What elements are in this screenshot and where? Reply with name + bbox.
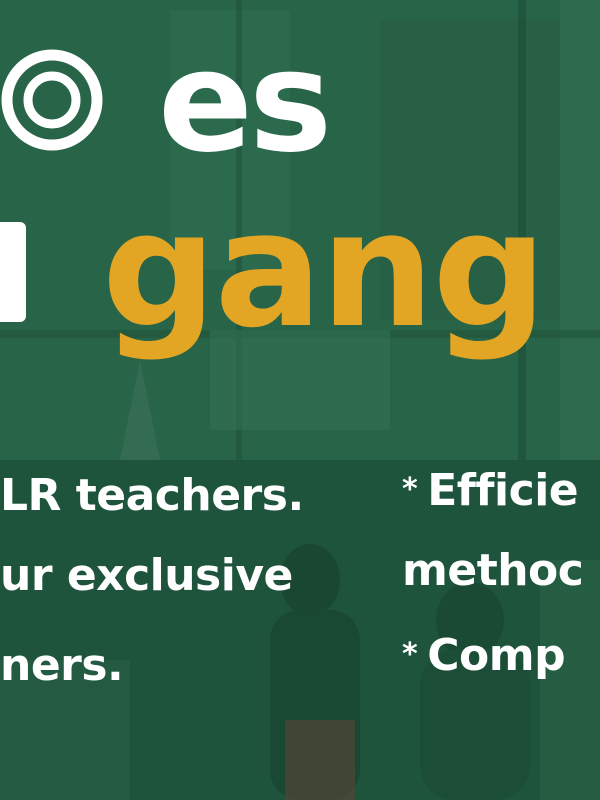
asterisk-bullet-icon: * xyxy=(402,472,418,507)
right-bullet-1: * Efficie xyxy=(402,465,579,516)
right-bullet-2: * Comp xyxy=(402,630,566,681)
headline-top-word: es xyxy=(158,21,332,184)
right-bullet-1-continued: methoc xyxy=(402,545,584,596)
asterisk-bullet-icon: * xyxy=(402,637,418,672)
left-bullet-1: LR teachers. xyxy=(0,470,304,521)
circle-ring-icon xyxy=(1,49,103,151)
right-bullet-1-text: Efficie xyxy=(427,465,579,516)
left-bullet-2: ur exclusive xyxy=(0,550,293,601)
left-bullet-3: ners. xyxy=(0,640,124,691)
right-bullet-2-text: Comp xyxy=(427,630,566,681)
headline-bottom-word: gang xyxy=(102,176,547,363)
headline-letter-fragment xyxy=(0,222,26,322)
